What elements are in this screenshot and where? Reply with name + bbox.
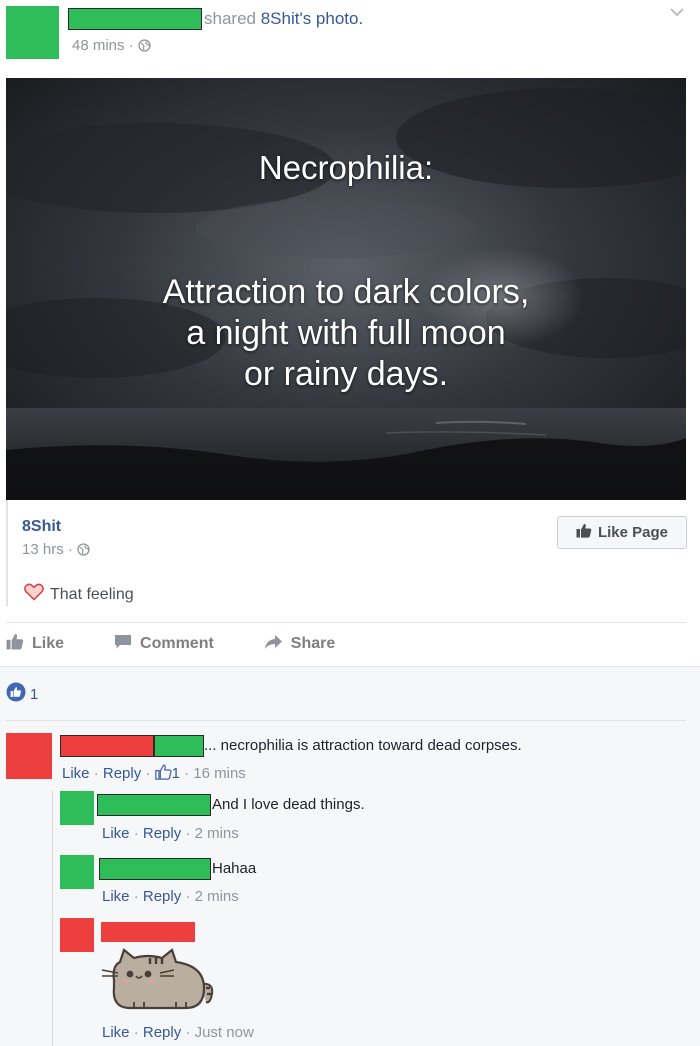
comment-button[interactable]: Comment [114, 632, 214, 656]
chevron-down-icon[interactable] [670, 4, 684, 22]
reply-reply-link[interactable]: Reply [143, 888, 181, 905]
reply-text: And I love dead things. [212, 796, 365, 813]
reply-like-link[interactable]: Like [102, 888, 130, 905]
photo-caption-line: a night with full moon [186, 314, 506, 352]
like-label: Like [32, 635, 65, 652]
shared-photo[interactable]: Necrophilia: Attraction to dark colors, … [6, 78, 686, 500]
reply-reply-link[interactable]: Reply [143, 825, 181, 842]
photo-caption: Attraction to dark colors, a night with … [6, 272, 686, 395]
comment-text: ... necrophilia is attraction toward dea… [204, 737, 522, 754]
thumbs-up-icon [576, 523, 592, 542]
like-page-button[interactable]: Like Page [557, 516, 687, 549]
separator-dot: · [67, 541, 73, 558]
poster-name-redacted[interactable] [68, 8, 202, 30]
reply-like-link[interactable]: Like [102, 1024, 130, 1041]
reaction-summary[interactable]: 1 [6, 682, 38, 706]
feeling-label: That feeling [50, 585, 134, 603]
reply-meta: Like · Reply · 2 mins [102, 888, 239, 905]
divider [6, 720, 686, 721]
reply-timestamp[interactable]: 2 mins [195, 825, 239, 842]
post-timestamp[interactable]: 48 mins [72, 37, 125, 54]
reply-thread-line [52, 790, 53, 1046]
commenter-avatar-redacted[interactable] [6, 733, 52, 779]
commenter-name-redacted[interactable] [60, 735, 154, 757]
post-meta: 48 mins · [72, 37, 151, 56]
replier-avatar-redacted[interactable] [60, 918, 94, 952]
separator-dot: · [133, 825, 139, 842]
separator-dot: · [93, 765, 99, 782]
reply-meta: Like · Reply · Just now [102, 1024, 254, 1041]
separator-dot: · [145, 765, 151, 782]
reply-timestamp[interactable]: 2 mins [195, 888, 239, 905]
poster-avatar-redacted[interactable] [6, 6, 59, 59]
globe-icon [138, 39, 151, 56]
separator-dot: · [185, 825, 191, 842]
reply-meta: Like · Reply · 2 mins [102, 825, 239, 842]
comment-icon [114, 634, 132, 655]
replier-avatar-redacted[interactable] [60, 855, 94, 889]
feeling-status: That feeling [24, 583, 134, 606]
like-button[interactable]: Like [6, 632, 64, 656]
thumbs-up-outline-icon [154, 764, 172, 784]
divider [6, 622, 686, 623]
shared-line: shared 8Shit's photo. [204, 8, 363, 30]
like-page-label: Like Page [597, 524, 669, 541]
shared-page-timestamp[interactable]: 13 hrs [22, 541, 64, 558]
replier-name-redacted[interactable] [101, 922, 195, 942]
reply-text: Hahaa [212, 860, 257, 877]
globe-icon [77, 543, 90, 560]
separator-dot: · [133, 888, 139, 905]
shared-page-meta: 13 hrs · [22, 541, 90, 560]
photo-caption-line: Attraction to dark colors, [162, 273, 530, 311]
share-arrow-icon [264, 634, 283, 655]
like-reaction-icon [6, 682, 26, 706]
comment-timestamp[interactable]: 16 mins [193, 765, 246, 782]
replier-avatar-redacted[interactable] [60, 791, 94, 825]
reaction-count: 1 [30, 685, 39, 703]
replier-name-redacted[interactable] [97, 794, 211, 816]
thumbs-up-icon [6, 633, 24, 655]
separator-dot: · [185, 1024, 191, 1041]
comment-label: Comment [140, 635, 214, 652]
separator-dot: · [185, 888, 191, 905]
reply-like-link[interactable]: Like [102, 825, 130, 842]
share-button[interactable]: Share [264, 632, 335, 656]
reply-timestamp[interactable]: Just now [195, 1024, 254, 1041]
separator-dot: · [133, 1024, 139, 1041]
post-action-bar: Like Comment Share [6, 632, 385, 656]
separator-dot: · [184, 765, 190, 782]
comment-reply-link[interactable]: Reply [103, 765, 141, 782]
tagged-name-redacted[interactable] [154, 735, 204, 757]
shared-page-name[interactable]: 8Shit [22, 518, 61, 536]
reply-reply-link[interactable]: Reply [143, 1024, 181, 1041]
shared-page-link[interactable]: 8Shit's [261, 9, 312, 28]
comment-like-count[interactable]: 1 [172, 765, 180, 782]
shared-photo-link[interactable]: photo. [311, 9, 363, 28]
photo-title: Necrophilia: [258, 149, 434, 186]
comment-like-link[interactable]: Like [62, 765, 90, 782]
photo-caption-line: or rainy days. [243, 355, 449, 393]
shared-prefix: shared [204, 9, 261, 28]
pusheen-cat-sticker[interactable] [100, 944, 218, 1019]
comment-meta: Like · Reply · 1 · 16 mins [62, 764, 246, 784]
replier-name-redacted[interactable] [99, 858, 211, 880]
share-label: Share [290, 635, 336, 652]
separator-dot: · [128, 37, 134, 54]
heart-icon [24, 583, 44, 606]
